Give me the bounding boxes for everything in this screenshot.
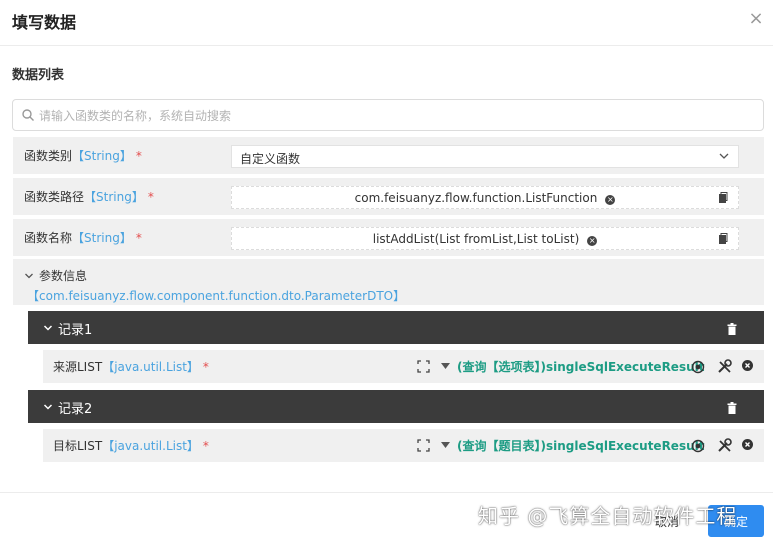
field-row-category: 函数类别【String】 * 自定义函数 bbox=[13, 137, 764, 174]
function-name-value: listAddList(List fromList,List toList) bbox=[372, 232, 580, 246]
dialog-header: 填写数据 × bbox=[0, 0, 773, 46]
search-icon bbox=[22, 109, 34, 121]
class-path-value-wrap: com.feisuanyz.flow.function.ListFunction… bbox=[232, 191, 738, 205]
record-name: 记录2 bbox=[58, 402, 93, 417]
search-input[interactable] bbox=[39, 106, 739, 126]
record-field-label: 来源LIST【java.util.List】 * bbox=[53, 358, 209, 375]
search-box bbox=[12, 99, 764, 131]
category-select[interactable]: 自定义函数 bbox=[231, 145, 739, 168]
chevron-down-icon bbox=[43, 325, 53, 331]
param-info-group[interactable]: 参数信息 【com.feisuanyz.flow.component.funct… bbox=[13, 259, 764, 305]
required-mark: * bbox=[135, 231, 142, 245]
trash-icon[interactable] bbox=[727, 402, 737, 414]
function-name-value-wrap: listAddList(List fromList,List toList) × bbox=[232, 232, 738, 246]
record-header-2[interactable]: 记录2 bbox=[28, 390, 764, 423]
field-label-text: 函数名称 bbox=[24, 231, 73, 245]
param-info-type: 【com.feisuanyz.flow.component.function.d… bbox=[27, 289, 406, 303]
clear-icon[interactable]: × bbox=[587, 236, 598, 246]
copy-icon[interactable] bbox=[718, 233, 728, 245]
target-icon[interactable] bbox=[691, 439, 705, 453]
record-row-1: 来源LIST【java.util.List】 * (查询【选项表】)singleS… bbox=[43, 350, 764, 383]
watermark: 知乎 @飞算全自动软件工程 bbox=[478, 504, 738, 528]
record-field-label-text: 目标LIST bbox=[53, 439, 103, 453]
target-icon[interactable] bbox=[691, 360, 705, 374]
record-field-label: 目标LIST【java.util.List】 * bbox=[53, 437, 209, 454]
field-label: 函数类别【String】 * bbox=[24, 147, 142, 164]
record-expression[interactable]: (查询【题目表】)singleSqlExecuteResult bbox=[457, 437, 704, 454]
remove-icon[interactable] bbox=[742, 439, 753, 450]
class-path-field[interactable]: com.feisuanyz.flow.function.ListFunction… bbox=[231, 186, 739, 209]
field-type: 【String】 bbox=[72, 231, 132, 245]
clear-icon[interactable]: × bbox=[605, 195, 616, 205]
record-header-1[interactable]: 记录1 bbox=[28, 311, 764, 344]
category-select-value: 自定义函数 bbox=[240, 152, 301, 166]
chevron-down-icon bbox=[25, 273, 33, 279]
field-label: 函数名称【String】 * bbox=[24, 229, 142, 246]
record-field-type: 【java.util.List】 bbox=[102, 360, 199, 374]
record-field-label-text: 来源LIST bbox=[53, 360, 103, 374]
field-type: 【String】 bbox=[72, 149, 132, 163]
field-row-function-name: 函数名称【String】 * listAddList(List fromList,… bbox=[13, 219, 764, 256]
dialog-title: 填写数据 bbox=[12, 13, 77, 32]
param-info-label: 参数信息 bbox=[39, 269, 88, 283]
required-mark: * bbox=[202, 360, 209, 374]
footer-divider bbox=[0, 492, 773, 493]
field-label-text: 函数类路径 bbox=[24, 190, 85, 204]
record-name: 记录1 bbox=[58, 323, 93, 338]
chevron-down-icon bbox=[43, 404, 53, 410]
close-icon[interactable]: × bbox=[747, 10, 765, 28]
remove-icon[interactable] bbox=[742, 360, 753, 371]
record-row-2: 目标LIST【java.util.List】 * (查询【题目表】)singleS… bbox=[43, 429, 764, 462]
field-type: 【String】 bbox=[84, 190, 144, 204]
fullscreen-icon[interactable] bbox=[417, 439, 430, 452]
required-mark: * bbox=[147, 190, 154, 204]
chevron-down-icon bbox=[719, 153, 729, 159]
field-label: 函数类路径【String】 * bbox=[24, 188, 154, 205]
tools-icon[interactable] bbox=[717, 359, 732, 374]
field-row-class-path: 函数类路径【String】 * com.feisuanyz.flow.functi… bbox=[13, 178, 764, 215]
copy-icon[interactable] bbox=[718, 192, 728, 204]
class-path-value: com.feisuanyz.flow.function.ListFunction bbox=[354, 191, 598, 205]
record-field-type: 【java.util.List】 bbox=[102, 439, 199, 453]
required-mark: * bbox=[202, 439, 209, 453]
fullscreen-icon[interactable] bbox=[417, 360, 430, 373]
section-title: 数据列表 bbox=[12, 68, 65, 83]
caret-down-icon[interactable] bbox=[441, 441, 450, 449]
trash-icon[interactable] bbox=[727, 323, 737, 335]
caret-down-icon[interactable] bbox=[441, 362, 450, 370]
tools-icon[interactable] bbox=[717, 438, 732, 453]
required-mark: * bbox=[135, 149, 142, 163]
function-name-field[interactable]: listAddList(List fromList,List toList) × bbox=[231, 227, 739, 250]
record-expression[interactable]: (查询【选项表】)singleSqlExecuteResult bbox=[457, 358, 704, 375]
field-label-text: 函数类别 bbox=[24, 149, 73, 163]
